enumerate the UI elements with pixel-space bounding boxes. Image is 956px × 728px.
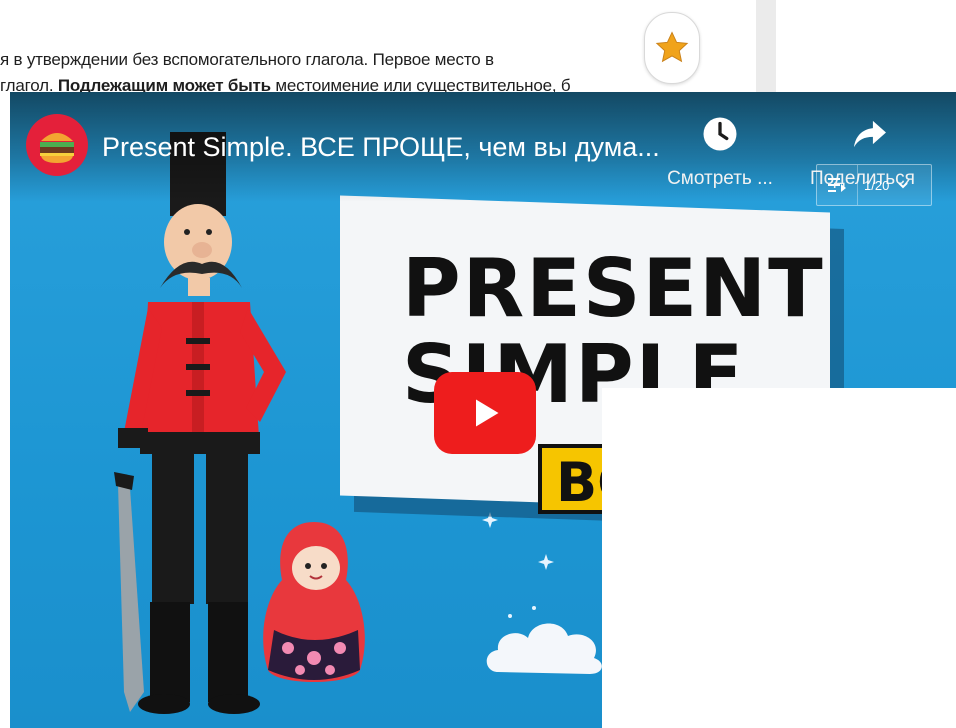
article-text-line: я в утверждении без вспомогательного гла… [0,50,494,69]
page: я в утверждении без вспомогательного гла… [0,0,956,728]
play-button[interactable] [434,372,536,454]
share-arrow-icon [854,120,886,148]
chevron-down-icon [898,182,909,189]
playlist-icon-segment [817,165,858,205]
playlist-icon [828,178,846,192]
sparkle-decoration [482,512,554,618]
favorite-button[interactable] [644,12,700,84]
channel-avatar[interactable] [26,114,88,176]
watch-later-button[interactable]: Смотреть ... [660,112,780,202]
playlist-position: 1/20 [864,177,890,193]
burger-logo-icon [40,133,74,163]
side-panel [756,0,776,92]
star-icon [655,31,689,63]
watch-later-label: Смотреть ... [667,168,773,189]
matryoshka-illustration [263,522,365,682]
video-player[interactable]: PRESENT SIMPLE ВСЕ Present Simple. ВСЕ П… [10,92,956,728]
play-icon [476,399,499,427]
video-title[interactable]: Present Simple. ВСЕ ПРОЩЕ, чем вы дума..… [102,132,660,163]
playlist-counter[interactable]: 1/20 [816,164,932,206]
thumbnail-title-line: PRESENT [402,242,825,335]
clock-icon [703,117,737,151]
blank-overlay-panel [602,388,956,728]
